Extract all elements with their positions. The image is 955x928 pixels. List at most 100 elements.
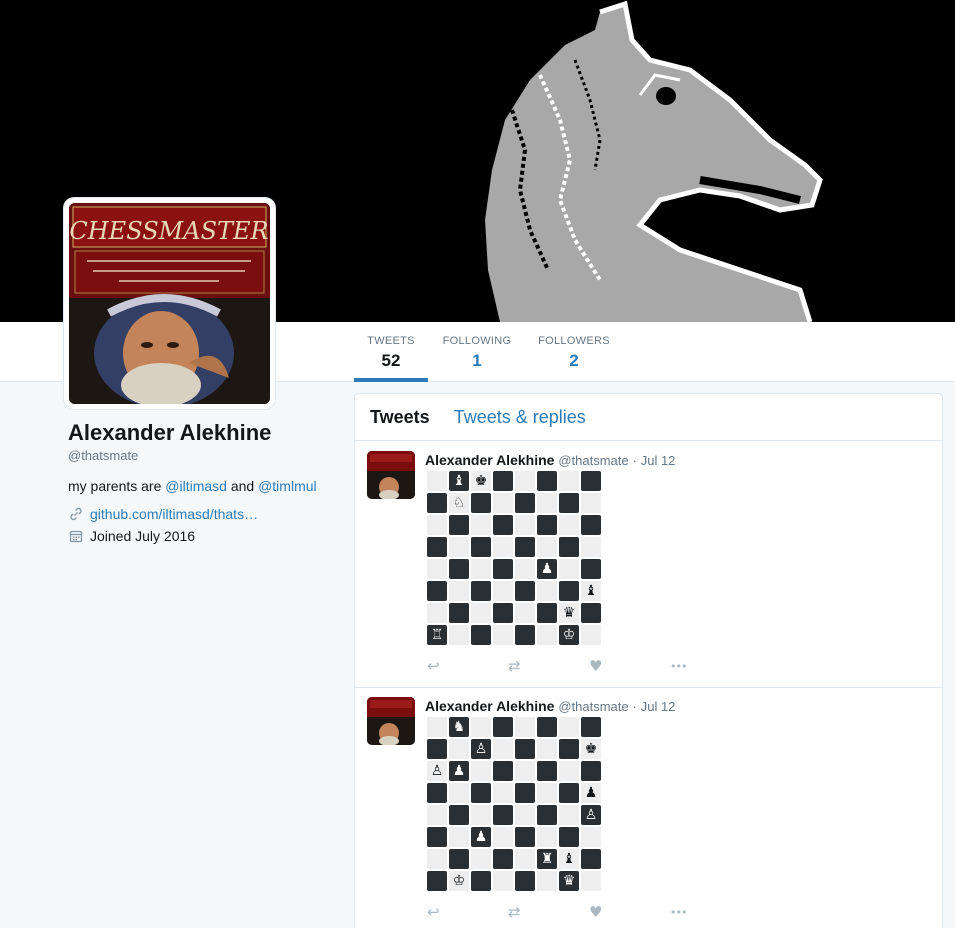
profile-page: TWEETS 52 FOLLOWING 1 FOLLOWERS 2 CHESSM… [0, 0, 955, 928]
board-square [426, 870, 448, 892]
board-square [492, 492, 514, 514]
board-square [426, 492, 448, 514]
retweet-icon[interactable]: ⇄ [508, 656, 589, 676]
tab-tweets[interactable]: Tweets [370, 407, 430, 428]
board-square [492, 804, 514, 826]
tweet-timeline: Tweets Tweets & replies Alexander Alekhi… [354, 393, 943, 928]
board-square [448, 738, 470, 760]
board-square [492, 870, 514, 892]
board-square [558, 536, 580, 558]
board-square [536, 580, 558, 602]
board-square [514, 624, 536, 646]
bio-text-mid: and [226, 478, 259, 494]
board-square [514, 580, 536, 602]
board-square [536, 602, 558, 624]
board-square: ♝ [580, 580, 602, 602]
tweet[interactable]: Alexander Alekhine @thatsmate · Jul 12 ♞ ♙… [355, 688, 942, 928]
board-square [426, 602, 448, 624]
board-square [514, 738, 536, 760]
board-square: ♖ [426, 624, 448, 646]
board-square [426, 848, 448, 870]
board-square [558, 760, 580, 782]
like-icon[interactable]: ♥ [589, 656, 670, 676]
board-square [580, 602, 602, 624]
board-square [558, 470, 580, 492]
retweet-icon[interactable]: ⇄ [508, 902, 589, 922]
profile-website-link[interactable]: github.com/iltimasd/thats… [90, 506, 258, 522]
board-square [492, 580, 514, 602]
board-square: ♚ [470, 470, 492, 492]
board-square [536, 470, 558, 492]
board-square [558, 514, 580, 536]
board-square [492, 760, 514, 782]
board-square [514, 716, 536, 738]
bio-mention-iltimasd[interactable]: @iltimasd [165, 478, 227, 494]
board-square [492, 602, 514, 624]
board-square [470, 760, 492, 782]
board-square [426, 804, 448, 826]
board-square [448, 624, 470, 646]
tweet-author-handle[interactable]: @thatsmate [558, 699, 628, 714]
board-square [514, 760, 536, 782]
board-square [558, 580, 580, 602]
board-square [426, 580, 448, 602]
tweet[interactable]: Alexander Alekhine @thatsmate · Jul 12 ♝ ♚… [355, 442, 942, 688]
board-square [426, 470, 448, 492]
board-square [514, 492, 536, 514]
avatar-title-art: CHESSMASTER [69, 217, 268, 245]
stat-following[interactable]: FOLLOWING 1 [440, 322, 514, 382]
board-square [426, 514, 448, 536]
board-square: ♟ [536, 558, 558, 580]
more-icon[interactable]: ••• [670, 656, 751, 676]
board-square: ♜ [536, 848, 558, 870]
stat-following-value: 1 [472, 351, 482, 370]
stat-tweets-value: 52 [381, 351, 401, 370]
board-square [558, 716, 580, 738]
tweet-author-name[interactable]: Alexander Alekhine [425, 698, 554, 714]
tweet-avatar[interactable] [367, 451, 415, 499]
stat-following-label: FOLLOWING [442, 335, 512, 347]
tab-tweets-and-replies[interactable]: Tweets & replies [454, 407, 586, 428]
board-square [492, 514, 514, 536]
board-square [470, 716, 492, 738]
profile-name[interactable]: Alexander Alekhine [68, 420, 338, 446]
stat-followers-label: FOLLOWERS [538, 335, 610, 347]
board-square [514, 536, 536, 558]
board-square [448, 514, 470, 536]
board-square [448, 848, 470, 870]
tweet-author-name[interactable]: Alexander Alekhine [425, 452, 554, 468]
reply-icon[interactable]: ↩ [427, 656, 508, 676]
tweet-date[interactable]: Jul 12 [641, 453, 676, 468]
board-square [448, 536, 470, 558]
profile-handle[interactable]: @thatsmate [68, 448, 338, 463]
board-square [580, 826, 602, 848]
board-square [536, 716, 558, 738]
tweet-author-handle[interactable]: @thatsmate [558, 453, 628, 468]
profile-avatar[interactable]: CHESSMASTER [64, 198, 275, 409]
stat-followers[interactable]: FOLLOWERS 2 [536, 322, 612, 382]
board-square [426, 536, 448, 558]
profile-bio: my parents are @iltimasd and @timlmul [68, 478, 338, 494]
more-icon[interactable]: ••• [670, 902, 751, 922]
like-icon[interactable]: ♥ [589, 902, 670, 922]
stat-tweets[interactable]: TWEETS 52 [354, 322, 428, 382]
tweet-header: Alexander Alekhine @thatsmate · Jul 12 [425, 452, 675, 468]
board-square [426, 558, 448, 580]
board-square [558, 492, 580, 514]
board-square [492, 536, 514, 558]
board-square [426, 826, 448, 848]
board-square [558, 826, 580, 848]
tweet-date[interactable]: Jul 12 [641, 699, 676, 714]
board-square: ♙ [580, 804, 602, 826]
board-square: ♟ [580, 782, 602, 804]
board-square [580, 558, 602, 580]
board-square [470, 870, 492, 892]
board-square [536, 782, 558, 804]
bio-mention-timlmul[interactable]: @timlmul [258, 478, 317, 494]
avatar-image: CHESSMASTER [69, 203, 270, 404]
reply-icon[interactable]: ↩ [427, 902, 508, 922]
board-square [470, 782, 492, 804]
board-square [492, 558, 514, 580]
board-square [536, 738, 558, 760]
tweet-avatar[interactable] [367, 697, 415, 745]
